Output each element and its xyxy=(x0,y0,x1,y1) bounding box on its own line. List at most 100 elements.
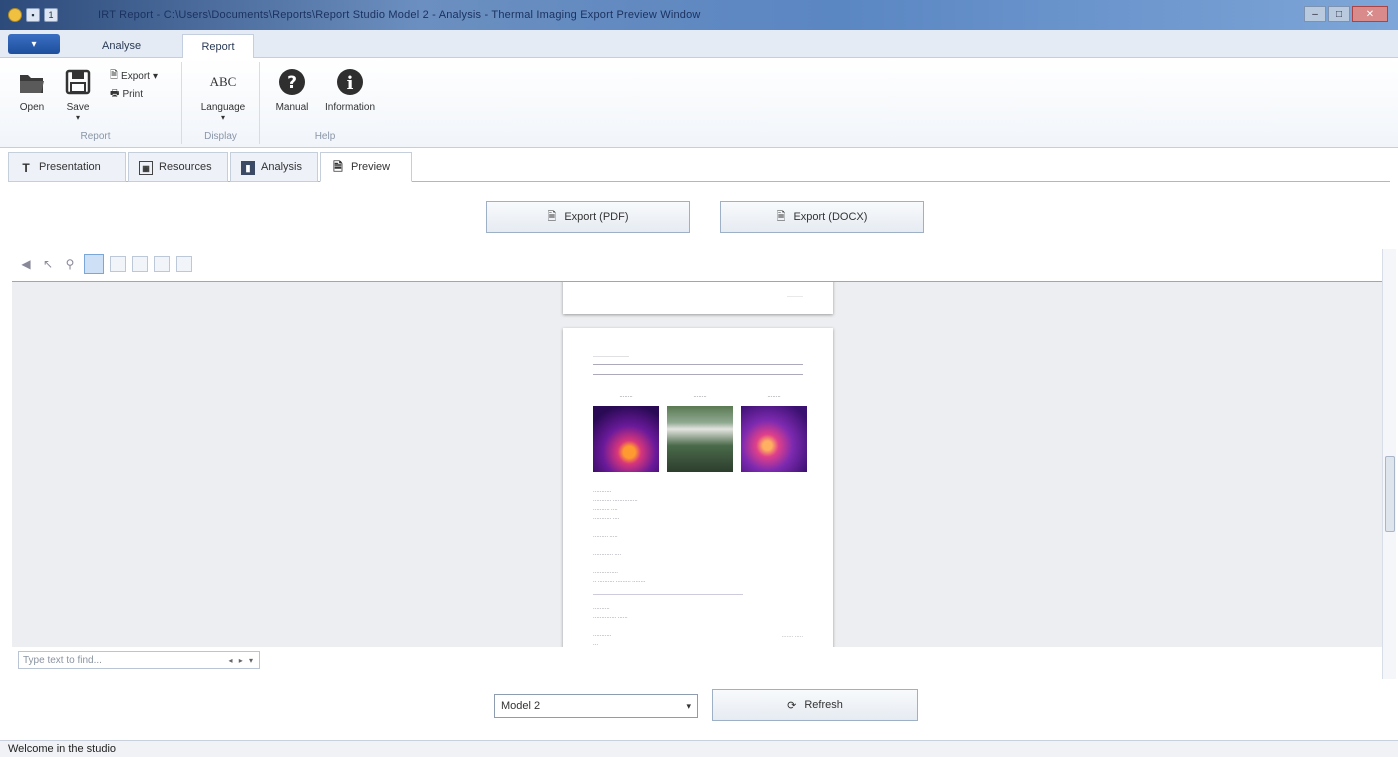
viewer-scrollbar[interactable] xyxy=(1382,249,1396,679)
header-rule xyxy=(593,364,803,365)
refresh-label: Refresh xyxy=(804,699,843,711)
chevron-down-icon: ▾ xyxy=(686,700,691,711)
export-docx-label: Export (DOCX) xyxy=(793,211,868,223)
close-button[interactable]: ✕ xyxy=(1352,6,1388,22)
analysis-icon: ▮ xyxy=(241,161,255,175)
info-icon: i xyxy=(334,66,366,98)
tab-analysis-label: Analysis xyxy=(261,161,302,173)
export-icon: 🗎 xyxy=(110,70,119,81)
chevron-down-icon: ▾ xyxy=(152,71,158,82)
single-page-view-icon[interactable] xyxy=(84,254,104,274)
language-icon: ABC xyxy=(209,74,237,89)
find-text-field[interactable]: Type text to find... ◂ ▸ ▾ xyxy=(18,651,260,669)
pdf-file-icon: 🗎 xyxy=(547,210,557,223)
report-page-header: ·················· xyxy=(593,354,629,360)
grid-view-icon[interactable] xyxy=(176,256,192,272)
save-dropdown-icon[interactable]: ▾ xyxy=(56,113,100,122)
zoom-icon[interactable]: ⚲ xyxy=(62,256,78,272)
content-tab-bar: T Presentation ▦ Resources ▮ Analysis 🗎 … xyxy=(8,150,1390,182)
refresh-button[interactable]: ⟳ Refresh xyxy=(712,689,918,721)
language-dropdown-icon[interactable]: ▾ xyxy=(198,113,248,122)
open-button[interactable]: Open xyxy=(10,64,54,113)
language-button[interactable]: ABC Language ▾ xyxy=(198,64,248,122)
model-select[interactable]: Model 2 ▾ xyxy=(494,694,698,718)
document-viewer[interactable]: ········ ·················· ········ ···… xyxy=(12,281,1386,647)
ribbon-group-help: ? Manual i Information Help xyxy=(260,62,390,144)
text-icon: T xyxy=(22,161,30,175)
refresh-icon: ⟳ xyxy=(787,699,797,712)
app-logo-icon xyxy=(8,8,22,22)
docx-file-icon: 🗎 xyxy=(776,210,786,223)
model-select-value: Model 2 xyxy=(501,700,541,712)
divider xyxy=(593,594,743,595)
infrared-image xyxy=(593,406,659,472)
two-page-view-icon[interactable] xyxy=(110,256,126,272)
save-label: Save xyxy=(66,102,90,113)
folder-open-icon xyxy=(16,66,48,98)
svg-text:i: i xyxy=(347,73,354,94)
manual-button[interactable]: ? Manual xyxy=(270,64,314,113)
print-label: Print xyxy=(122,89,144,100)
previous-page: ········ xyxy=(563,282,833,314)
select-tool-icon[interactable]: ↖ xyxy=(40,256,56,272)
image-icon: ▦ xyxy=(139,161,153,175)
application-menu-button[interactable]: ▾ xyxy=(8,34,60,54)
tab-preview-label: Preview xyxy=(351,161,391,173)
status-bar: Welcome in the studio xyxy=(0,740,1398,757)
four-page-view-icon[interactable] xyxy=(132,256,148,272)
ir-image-column: ········ xyxy=(593,394,659,472)
save-icon xyxy=(62,66,94,98)
export-pdf-button[interactable]: 🗎 Export (PDF) xyxy=(486,201,690,233)
export-pdf-label: Export (PDF) xyxy=(564,211,629,223)
window-controls: – □ ✕ xyxy=(1304,6,1388,22)
quick-save-icon[interactable]: ▪ xyxy=(26,8,40,22)
tab-resources-label: Resources xyxy=(159,161,212,173)
ribbon-tab-report[interactable]: Report xyxy=(182,34,254,59)
fusion-image-column: ········ xyxy=(741,394,807,472)
language-label: Language xyxy=(200,102,246,113)
ribbon-tab-bar: ▾ Analyse Report xyxy=(0,30,1398,59)
six-page-view-icon[interactable] xyxy=(154,256,170,272)
minimize-button[interactable]: – xyxy=(1304,6,1326,22)
manual-label: Manual xyxy=(275,102,309,113)
information-button[interactable]: i Information xyxy=(320,64,380,113)
find-navigation-icons[interactable]: ◂ ▸ ▾ xyxy=(229,656,256,665)
ribbon-tab-analyse[interactable]: Analyse xyxy=(86,34,157,59)
previous-page-footer: ········ xyxy=(787,294,803,300)
tab-analysis[interactable]: ▮ Analysis xyxy=(230,152,318,182)
save-button[interactable]: Save ▾ xyxy=(56,64,100,122)
title-bar: ▪ 1 IRT Report - C:\Users\Documents\Repo… xyxy=(0,0,1398,30)
window-title: IRT Report - C:\Users\Documents\Reports\… xyxy=(98,9,701,21)
tab-preview[interactable]: 🗎 Preview xyxy=(320,152,412,182)
fusion-image xyxy=(741,406,807,472)
find-text-placeholder: Type text to find... xyxy=(23,654,102,666)
viewer-toolbar: ◀ ↖ ⚲ xyxy=(12,249,1382,279)
scrollbar-thumb[interactable] xyxy=(1385,456,1395,532)
ribbon: Open Save ▾ 🗎 Export ▾ 🖶 Print Report AB… xyxy=(0,58,1398,148)
ribbon-group-display: ABC Language ▾ Display xyxy=(182,62,260,144)
report-details: ··········· ··········· ··············· ··… xyxy=(593,489,646,647)
document-icon: 🗎 xyxy=(333,159,343,174)
image-caption: ········ xyxy=(619,394,633,400)
quick-access-toolbar: ▪ 1 xyxy=(0,8,58,22)
information-label: Information xyxy=(324,102,376,113)
tab-resources[interactable]: ▦ Resources xyxy=(128,152,228,182)
open-label: Open xyxy=(19,102,45,113)
image-caption: ········ xyxy=(767,394,781,400)
export-label: Export xyxy=(121,71,150,82)
export-dropdown-button[interactable]: 🗎 Export ▾ xyxy=(110,68,158,85)
ribbon-group-report: Open Save ▾ 🗎 Export ▾ 🖶 Print Report xyxy=(10,62,182,144)
export-docx-button[interactable]: 🗎 Export (DOCX) xyxy=(720,201,924,233)
header-rule xyxy=(593,374,803,375)
tab-presentation-label: Presentation xyxy=(39,161,101,173)
tab-presentation[interactable]: T Presentation xyxy=(8,152,126,182)
hand-tool-icon[interactable]: ◀ xyxy=(18,256,34,272)
visual-image-column: ········ xyxy=(667,394,733,472)
print-icon: 🖶 xyxy=(110,88,120,99)
print-button[interactable]: 🖶 Print xyxy=(110,86,143,103)
svg-text:?: ? xyxy=(287,73,297,93)
report-page: ·················· ········ ········ ···… xyxy=(563,328,833,647)
maximize-button[interactable]: □ xyxy=(1328,6,1350,22)
quick-access-button[interactable]: 1 xyxy=(44,8,58,22)
status-text: Welcome in the studio xyxy=(8,743,117,755)
